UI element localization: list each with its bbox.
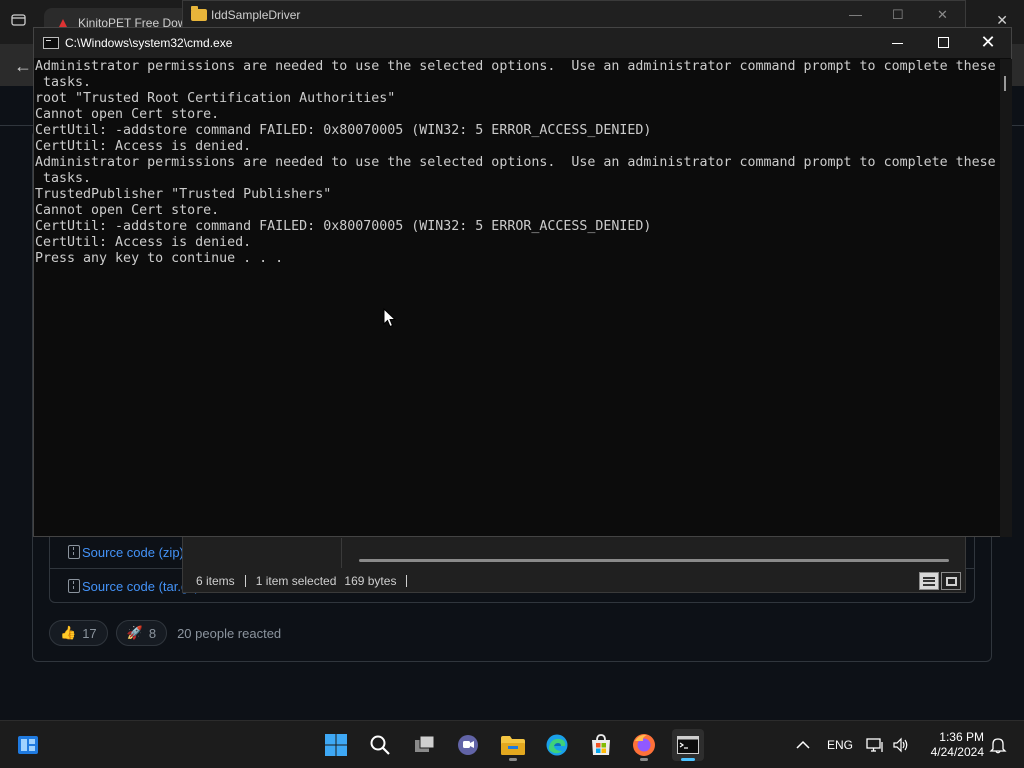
search-button[interactable] — [364, 729, 396, 761]
back-arrow-icon[interactable]: ← — [14, 56, 32, 77]
console-line: Administrator permissions are needed to … — [35, 155, 996, 170]
search-icon — [370, 735, 390, 755]
horizontal-scrollbar[interactable] — [359, 559, 949, 562]
cmd-title: C:\Windows\system32\cmd.exe — [65, 36, 233, 50]
firefox-button[interactable] — [628, 729, 660, 761]
cmd-title-bar[interactable]: C:\Windows\system32\cmd.exe ✕ — [34, 28, 1011, 58]
scrollbar-thumb[interactable] — [1004, 76, 1006, 91]
console-line: tasks. — [35, 75, 92, 90]
terminal-icon — [677, 736, 699, 754]
volume-icon — [893, 737, 908, 753]
tiles-view-button[interactable] — [941, 572, 961, 590]
chevron-up-icon — [796, 740, 810, 749]
active-indicator — [681, 758, 695, 761]
console-icon — [43, 37, 59, 49]
console-line: TrustedPublisher "Trusted Publishers" — [35, 187, 332, 202]
clock[interactable]: 1:36 PM 4/24/2024 — [914, 730, 984, 760]
cmd-window: C:\Windows\system32\cmd.exe ✕ Administra… — [33, 27, 1012, 537]
console-line: tasks. — [35, 171, 92, 186]
terminal-button[interactable] — [672, 729, 704, 761]
reaction-count: 8 — [148, 625, 157, 641]
console-line: Press any key to continue . . . — [35, 251, 284, 266]
maximize-icon[interactable]: ☐ — [892, 7, 904, 23]
explorer-title-bar[interactable]: IddSampleDriver — ☐ ✕ — [183, 1, 965, 29]
minimize-button[interactable] — [886, 34, 910, 52]
store-button[interactable] — [585, 729, 617, 761]
close-icon[interactable]: ✕ — [937, 7, 948, 23]
task-view-icon — [415, 735, 435, 752]
minimize-icon[interactable]: — — [849, 7, 862, 22]
reactions-bar: 👍 17 🚀 8 20 people reacted — [49, 620, 281, 646]
reaction-rocket[interactable]: 🚀 8 — [115, 620, 168, 646]
folder-icon — [191, 6, 207, 21]
console-line: CertUtil: Access is denied. — [35, 235, 252, 250]
notification-bell-icon — [989, 738, 1007, 754]
zip-file-icon — [68, 545, 80, 559]
tab-list-icon[interactable] — [10, 12, 30, 32]
running-indicator — [640, 758, 648, 761]
column-divider — [341, 538, 342, 568]
console-line: CertUtil: -addstore command FAILED: 0x80… — [35, 219, 652, 234]
running-indicator — [509, 758, 517, 761]
teams-chat-button[interactable] — [452, 729, 484, 761]
tiles-view-icon — [945, 576, 957, 586]
clock-time: 1:36 PM — [939, 730, 984, 744]
volume-button[interactable] — [892, 721, 910, 768]
reaction-count: 17 — [82, 625, 97, 641]
rocket-icon: 🚀 — [126, 625, 143, 640]
asset-label: Source code (zip) — [82, 544, 184, 560]
status-separator — [244, 575, 246, 587]
clock-date: 4/24/2024 — [930, 745, 984, 759]
selection-count: 1 item selected — [255, 574, 337, 588]
widgets-icon — [18, 736, 38, 754]
reaction-thumbs-up[interactable]: 👍 17 — [49, 620, 108, 646]
console-line: root "Trusted Root Certification Authori… — [35, 91, 396, 106]
show-hidden-icons-button[interactable] — [795, 721, 811, 768]
windows-logo-icon — [325, 734, 347, 756]
network-icon — [866, 738, 883, 752]
widgets-button[interactable] — [12, 729, 44, 761]
reactions-summary: 20 people reacted — [177, 625, 282, 641]
language-label: ENG — [827, 738, 854, 752]
edge-icon — [546, 734, 568, 756]
store-icon — [592, 734, 610, 755]
taskbar: ENG 1:36 PM 4/24/2024 — [0, 720, 1024, 768]
vertical-scrollbar[interactable] — [1000, 59, 1012, 537]
console-line: CertUtil: Access is denied. — [35, 139, 252, 154]
selection-size: 169 bytes — [344, 574, 397, 588]
language-indicator[interactable]: ENG — [827, 721, 853, 768]
console-line: Administrator permissions are needed to … — [35, 59, 996, 74]
mouse-cursor-icon — [383, 308, 397, 328]
file-explorer-button[interactable] — [497, 729, 529, 761]
notifications-button[interactable] — [989, 721, 1007, 768]
console-line: Cannot open Cert store. — [35, 203, 220, 218]
explorer-status-bar: 6 items 1 item selected 169 bytes — [183, 569, 965, 593]
start-button[interactable] — [320, 729, 352, 761]
explorer-title: IddSampleDriver — [211, 8, 301, 22]
console-line: Cannot open Cert store. — [35, 107, 220, 122]
status-separator — [406, 575, 408, 587]
task-view-button[interactable] — [409, 729, 441, 761]
details-view-button[interactable] — [919, 572, 939, 590]
chat-icon — [458, 735, 478, 755]
close-button[interactable]: ✕ — [976, 32, 1000, 54]
edge-button[interactable] — [541, 729, 573, 761]
zip-file-icon — [68, 579, 80, 593]
console-output[interactable]: Administrator permissions are needed to … — [34, 59, 998, 537]
item-count: 6 items — [196, 574, 235, 588]
maximize-button[interactable] — [932, 34, 956, 52]
details-view-icon — [923, 576, 935, 586]
folder-icon — [501, 736, 525, 755]
firefox-icon — [633, 734, 655, 756]
console-line: CertUtil: -addstore command FAILED: 0x80… — [35, 123, 652, 138]
network-button[interactable] — [866, 721, 884, 768]
thumbs-up-icon: 👍 — [60, 625, 77, 640]
